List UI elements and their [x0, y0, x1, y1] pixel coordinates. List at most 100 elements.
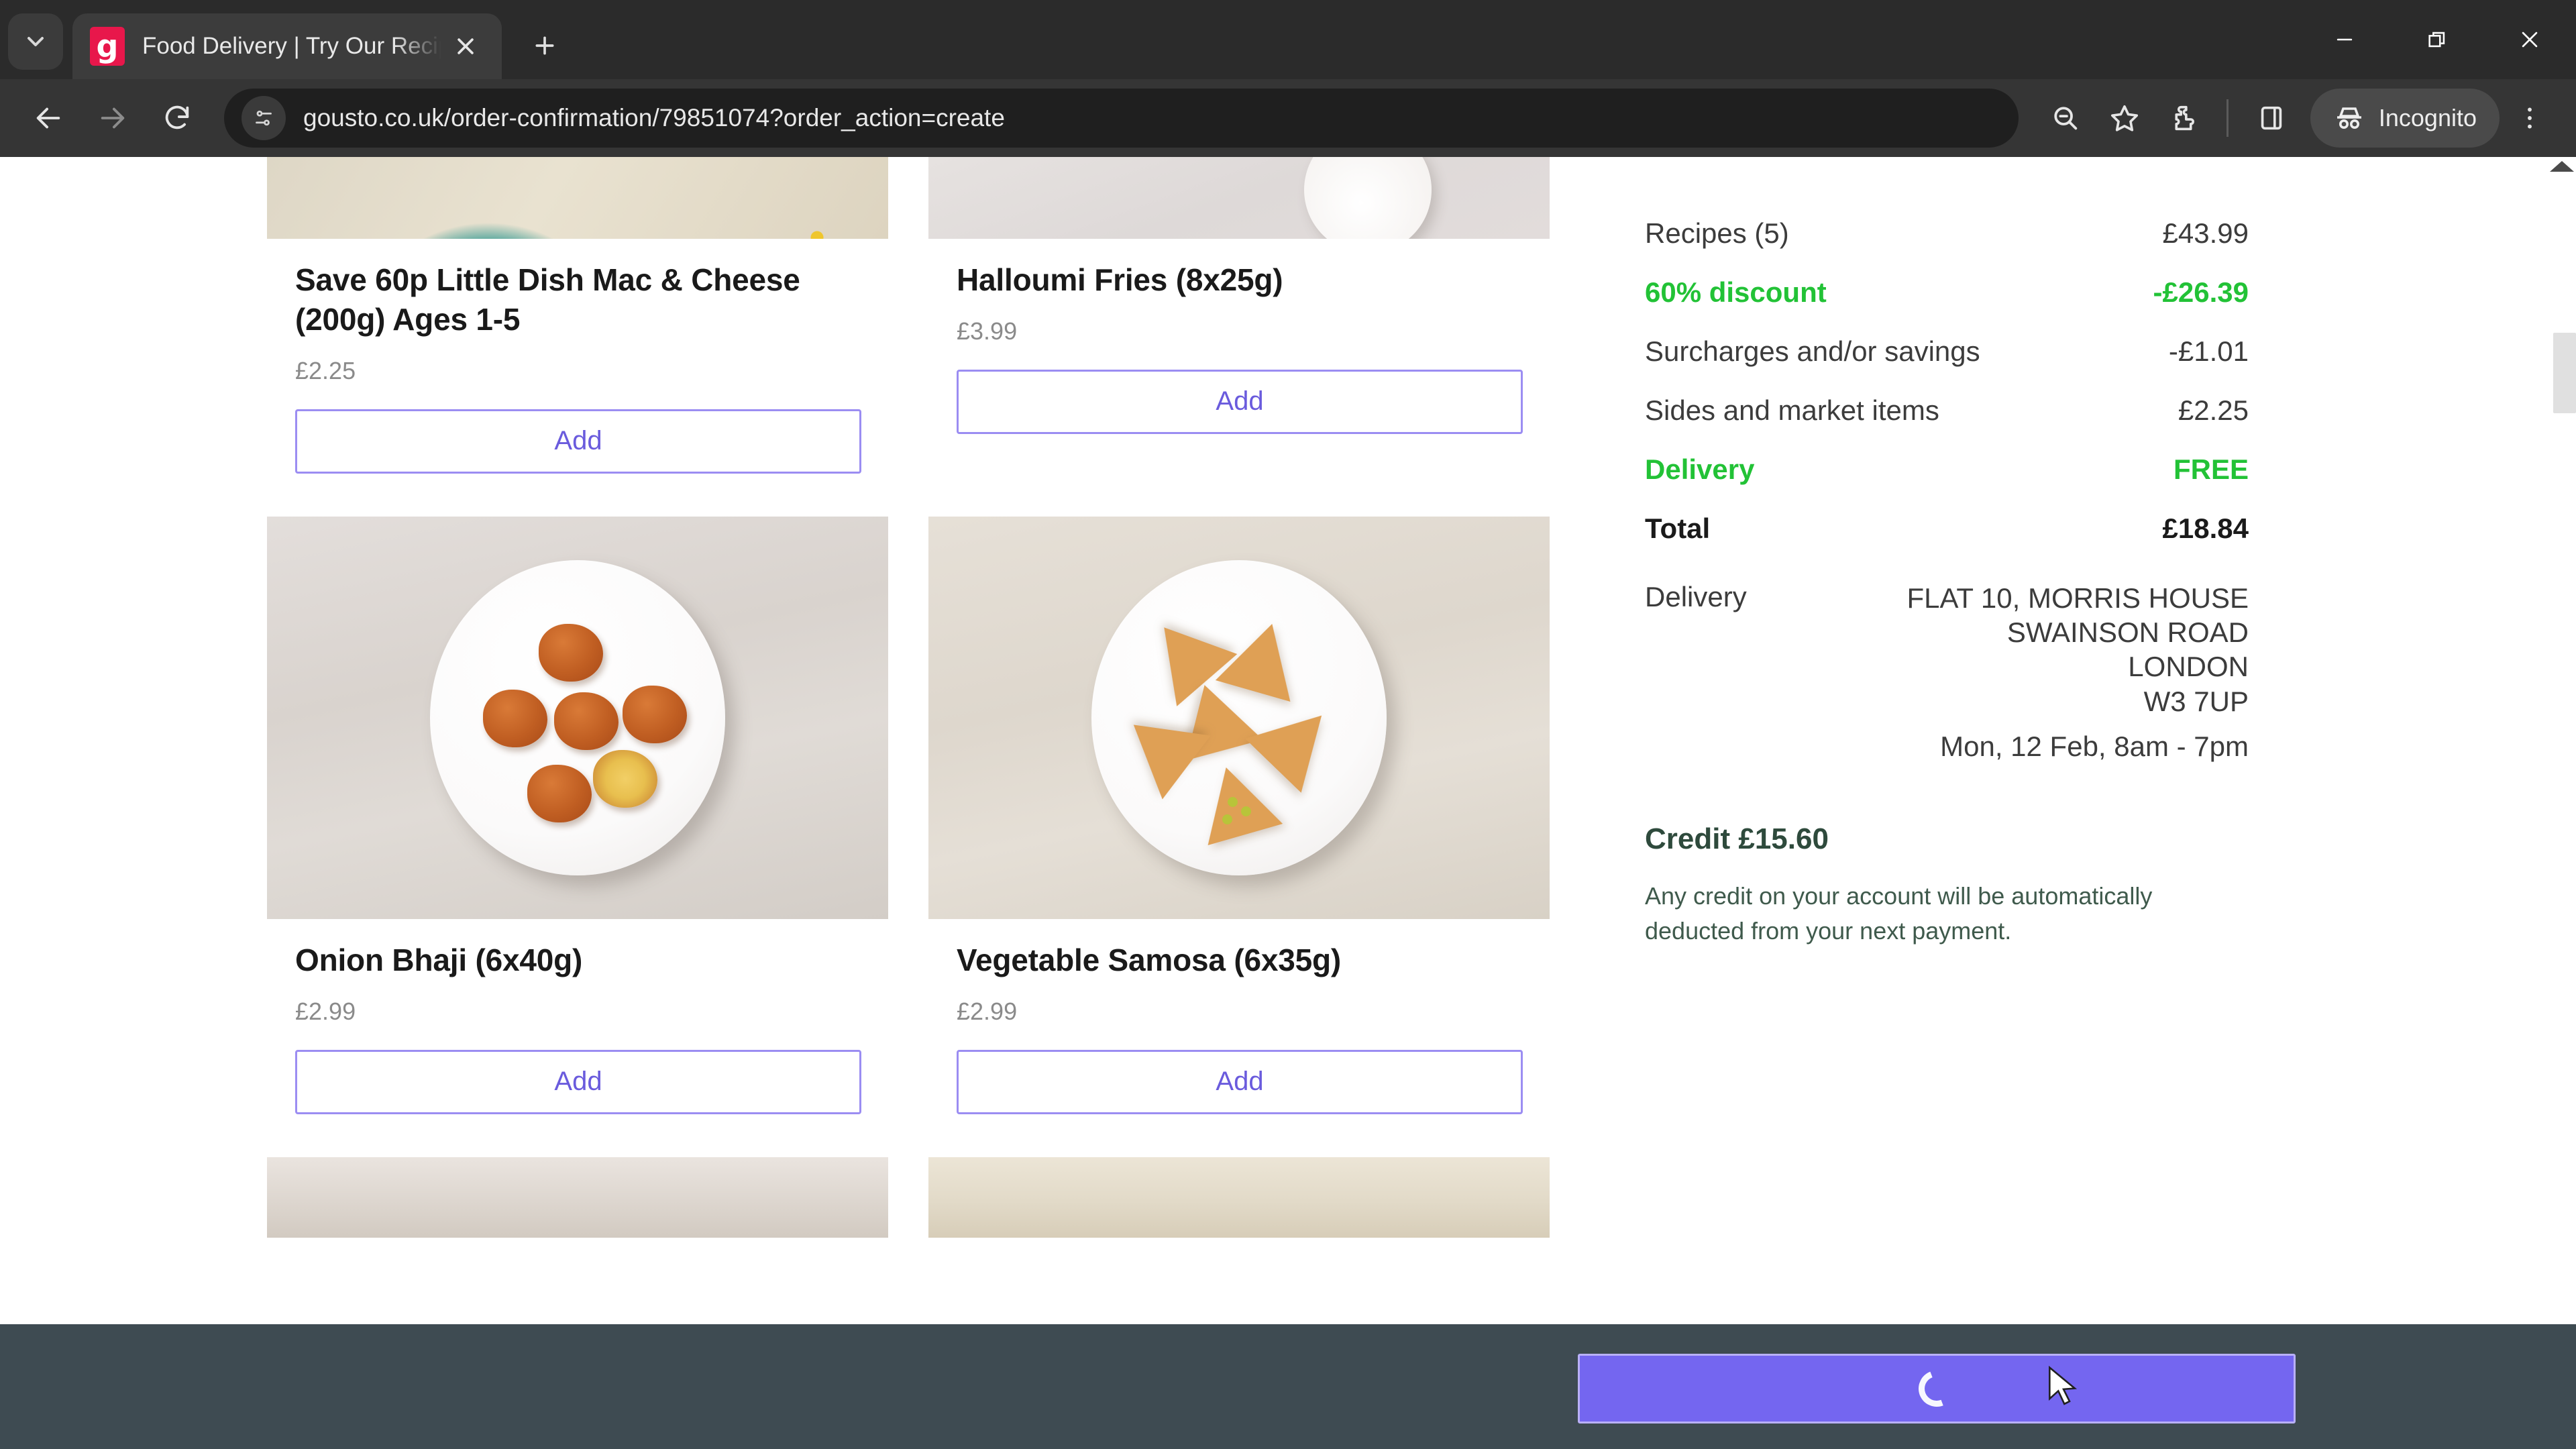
- summary-row-sides: Sides and market items £2.25: [1645, 394, 2249, 427]
- product-card: Save 60p Little Dish Mac & Cheese (200g)…: [267, 157, 888, 474]
- summary-label: Delivery: [1645, 453, 1755, 485]
- summary-row-delivery: Delivery FREE: [1645, 453, 2249, 486]
- summary-row-recipes: Recipes (5) £43.99: [1645, 217, 2249, 250]
- onion-bhaji-photo[interactable]: [267, 516, 888, 919]
- pea-garnish: [1241, 806, 1251, 816]
- address-postcode: W3 7UP: [2143, 685, 2249, 717]
- product-image: [928, 1157, 1550, 1238]
- bookmark-button[interactable]: [2095, 89, 2154, 148]
- order-summary: Recipes (5) £43.99 60% discount -£26.39 …: [1645, 217, 2249, 949]
- product-card: [267, 1157, 888, 1238]
- vegetable-samosa-photo[interactable]: [928, 516, 1550, 919]
- page-scrollbar[interactable]: [2548, 157, 2576, 1449]
- summary-label: Total: [1645, 513, 1711, 544]
- window-controls: [2298, 0, 2576, 79]
- page-viewport: Save 60p Little Dish Mac & Cheese (200g)…: [0, 157, 2576, 1449]
- product-row: Save 60p Little Dish Mac & Cheese (200g)…: [267, 157, 1555, 474]
- product-row: [267, 1157, 1555, 1238]
- tab-close-button[interactable]: [447, 28, 484, 65]
- scrollbar-thumb[interactable]: [2553, 333, 2576, 413]
- summary-row-discount: 60% discount -£26.39: [1645, 276, 2249, 309]
- product-title: Onion Bhaji (6x40g): [295, 942, 583, 977]
- bhaji-piece: [483, 689, 547, 747]
- product-grid: Save 60p Little Dish Mac & Cheese (200g)…: [267, 157, 1555, 1238]
- add-button[interactable]: Add: [957, 1049, 1523, 1114]
- next-product-photo[interactable]: [928, 1157, 1550, 1238]
- star-icon: [2110, 105, 2138, 131]
- zoom-button[interactable]: [2036, 89, 2095, 148]
- bhaji-piece: [527, 764, 592, 822]
- url-text: gousto.co.uk/order-confirmation/79851074…: [303, 104, 1005, 131]
- chevron-down-icon: [28, 37, 44, 46]
- summary-value: £43.99: [2162, 217, 2249, 249]
- forward-button[interactable]: [80, 86, 145, 150]
- bhaji-piece: [539, 623, 603, 682]
- favicon-letter: g: [96, 28, 119, 64]
- product-image: [267, 157, 888, 239]
- minimize-button[interactable]: [2298, 0, 2391, 79]
- product-card: Onion Bhaji (6x40g) £2.99 Add: [267, 516, 888, 1114]
- bhaji-piece: [623, 685, 687, 743]
- checkout-cta-button[interactable]: [1578, 1354, 2296, 1424]
- chrome-menu-button[interactable]: [2500, 89, 2560, 148]
- delivery-address: FLAT 10, MORRIS HOUSE SWAINSON ROAD LOND…: [1907, 581, 2249, 763]
- incognito-indicator[interactable]: Incognito: [2310, 89, 2500, 148]
- arrow-right-icon: [101, 107, 125, 129]
- reload-icon: [165, 105, 189, 129]
- credit-panel: Credit £15.60 Any credit on your account…: [1645, 822, 2249, 949]
- page-settings-icon: [256, 110, 272, 126]
- add-button[interactable]: Add: [295, 409, 861, 474]
- summary-value: £18.84: [2162, 513, 2249, 544]
- zoom-out-icon: [2054, 107, 2078, 130]
- kebab-menu-icon: [2528, 107, 2532, 129]
- address-line-3: LONDON: [2128, 651, 2249, 683]
- credit-title: Credit £15.60: [1645, 822, 1829, 856]
- extensions-button[interactable]: [2154, 89, 2213, 148]
- product-row: Onion Bhaji (6x40g) £2.99 Add Vegetable …: [267, 516, 1555, 1114]
- summary-row-surcharges: Surcharges and/or savings -£1.01: [1645, 335, 2249, 368]
- next-product-photo[interactable]: [267, 1157, 888, 1238]
- add-button[interactable]: Add: [295, 1049, 861, 1114]
- product-price: £3.99: [957, 317, 1018, 345]
- scroll-up-arrow-icon[interactable]: [2550, 161, 2574, 172]
- back-button[interactable]: [16, 86, 80, 150]
- tab-strip: g Food Delivery | Try Our Recipe k: [0, 0, 2576, 79]
- reload-button[interactable]: [145, 86, 209, 150]
- incognito-icon: [2337, 107, 2361, 129]
- maximize-button[interactable]: [2391, 0, 2483, 79]
- side-panel-icon: [2261, 106, 2282, 130]
- credit-note: Any credit on your account will be autom…: [1645, 882, 2153, 945]
- close-icon: [458, 38, 474, 54]
- close-window-button[interactable]: [2483, 0, 2576, 79]
- product-title: Vegetable Samosa (6x35g): [957, 942, 1342, 977]
- new-tab-button[interactable]: [519, 20, 570, 71]
- summary-label: Sides and market items: [1645, 394, 1939, 426]
- gousto-favicon: g: [90, 27, 125, 66]
- add-button[interactable]: Add: [957, 369, 1523, 434]
- product-price: £2.99: [295, 997, 356, 1025]
- product-card: Halloumi Fries (8x25g) £3.99 Add: [928, 157, 1550, 474]
- halloumi-fries-photo[interactable]: [928, 157, 1550, 239]
- browser-tab[interactable]: g Food Delivery | Try Our Recipe k: [72, 13, 502, 79]
- product-title: Save 60p Little Dish Mac & Cheese (200g)…: [295, 262, 800, 337]
- close-icon: [2522, 32, 2538, 48]
- product-card: [928, 1157, 1550, 1238]
- plus-icon: [535, 36, 554, 55]
- address-line-1: FLAT 10, MORRIS HOUSE: [1907, 582, 2249, 614]
- delivery-label: Delivery: [1645, 581, 1747, 612]
- address-bar[interactable]: gousto.co.uk/order-confirmation/79851074…: [224, 89, 2019, 148]
- summary-label: Recipes (5): [1645, 217, 1789, 249]
- mac-and-cheese-photo[interactable]: [267, 157, 888, 239]
- summary-value: -£1.01: [2168, 335, 2249, 367]
- site-settings-button[interactable]: [241, 96, 286, 140]
- pea-garnish: [1222, 814, 1232, 824]
- tab-search-button[interactable]: [8, 13, 63, 70]
- delivery-slot: Mon, 12 Feb, 8am - 7pm: [1940, 730, 2249, 762]
- browser-toolbar: gousto.co.uk/order-confirmation/79851074…: [0, 79, 2576, 157]
- product-title: Halloumi Fries (8x25g): [957, 262, 1283, 297]
- summary-label: Surcharges and/or savings: [1645, 335, 1980, 367]
- incognito-label: Incognito: [2378, 104, 2477, 131]
- arrow-left-icon: [36, 107, 60, 129]
- side-panel-button[interactable]: [2242, 89, 2301, 148]
- product-image: [267, 1157, 888, 1238]
